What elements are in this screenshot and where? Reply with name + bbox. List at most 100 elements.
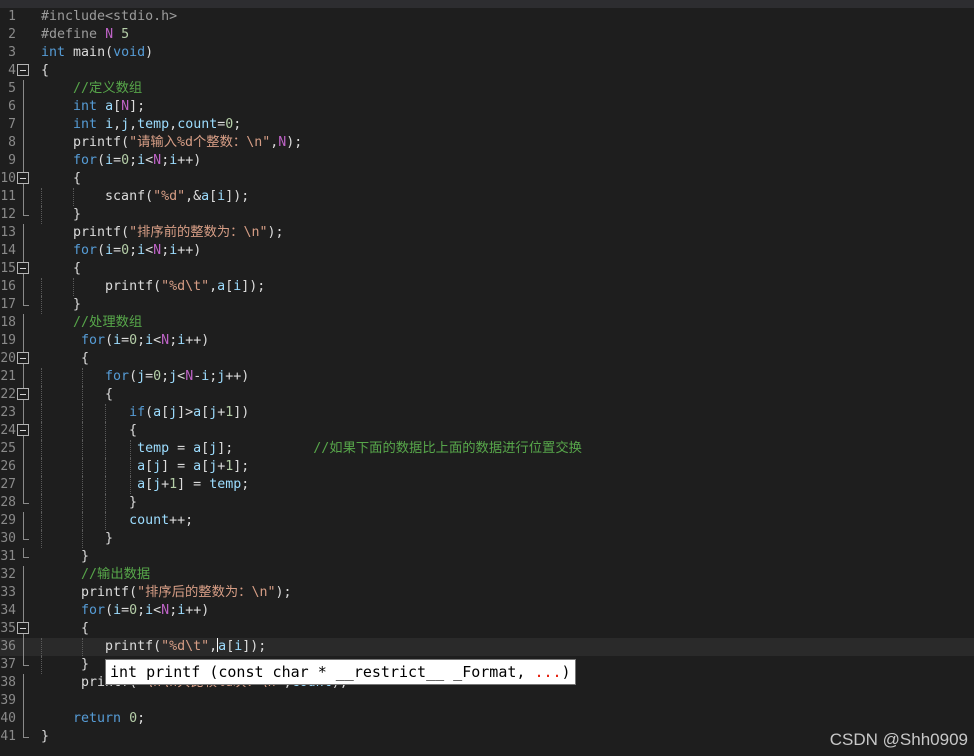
line-number: 41 [0, 729, 16, 744]
fold-guide-line [17, 314, 33, 332]
code-line-25[interactable]: 25 temp = a[j]; //如果下面的数据比上面的数据进行位置交换 [0, 440, 974, 458]
code-line-41[interactable]: 41} [0, 728, 974, 746]
fold-margin [17, 8, 33, 26]
fold-guide-line [17, 224, 33, 242]
fold-collapse-icon[interactable] [17, 386, 33, 404]
code-line-35[interactable]: 35 { [0, 620, 974, 638]
code-line-19[interactable]: 19 for(i=0;i<N;i++) [0, 332, 974, 350]
code-text: return 0; [73, 711, 146, 726]
fold-collapse-icon[interactable] [17, 350, 33, 368]
code-text: a[j+1] = temp; [137, 477, 250, 492]
line-number: 10 [0, 171, 16, 186]
code-line-24[interactable]: 24 { [0, 422, 974, 440]
fold-guide-line [17, 458, 33, 476]
code-line-23[interactable]: 23 if(a[j]>a[j+1]) [0, 404, 974, 422]
code-text: } [41, 657, 90, 672]
fold-guide-line [17, 440, 33, 458]
fold-guide-line [17, 638, 33, 656]
fold-guide-line [17, 188, 33, 206]
code-line-27[interactable]: 27 a[j+1] = temp; [0, 476, 974, 494]
fold-collapse-icon[interactable] [17, 422, 33, 440]
fold-end-marker [17, 530, 33, 548]
code-text: //输出数据 [81, 567, 151, 582]
line-number: 38 [0, 675, 16, 690]
tooltip-signature: int printf (const char * __restrict__ _F… [110, 663, 535, 681]
line-number: 35 [0, 621, 16, 636]
line-number: 15 [0, 261, 16, 276]
code-line-34[interactable]: 34 for(i=0;i<N;i++) [0, 602, 974, 620]
code-line-15[interactable]: 15 { [0, 260, 974, 278]
parameter-info-tooltip: int printf (const char * __restrict__ _F… [105, 659, 576, 685]
code-line-30[interactable]: 30 } [0, 530, 974, 548]
code-text: { [41, 171, 82, 186]
code-line-31[interactable]: 31 } [0, 548, 974, 566]
code-line-5[interactable]: 5 //定义数组 [0, 80, 974, 98]
fold-guide-line [17, 692, 33, 710]
code-text: } [41, 297, 82, 312]
code-text: //定义数组 [73, 81, 143, 96]
line-number: 19 [0, 333, 16, 348]
code-text: for(i=0;i<N;i++) [73, 153, 202, 168]
code-text: int main(void) [41, 45, 154, 60]
line-number: 9 [8, 153, 16, 168]
code-text: { [41, 387, 114, 402]
fold-collapse-icon[interactable] [17, 260, 33, 278]
fold-collapse-icon[interactable] [17, 62, 33, 80]
fold-collapse-icon[interactable] [17, 620, 33, 638]
code-editor[interactable]: 1 #include<stdio.h> 2 #define N 5 3 int main(… [0, 8, 974, 746]
code-text: { [41, 423, 138, 438]
code-line-3[interactable]: 3 int main(void) [0, 44, 974, 62]
code-line-20[interactable]: 20 { [0, 350, 974, 368]
code-line-32[interactable]: 32 //输出数据 [0, 566, 974, 584]
fold-collapse-icon[interactable] [17, 170, 33, 188]
code-line-12[interactable]: 12 } [0, 206, 974, 224]
code-line-1[interactable]: 1 #include<stdio.h> [0, 8, 974, 26]
fold-guide-line [17, 116, 33, 134]
code-line-22[interactable]: 22 { [0, 386, 974, 404]
code-line-9[interactable]: 9 for(i=0;i<N;i++) [0, 152, 974, 170]
line-number: 13 [0, 225, 16, 240]
line-number: 31 [0, 549, 16, 564]
line-number: 1 [8, 9, 16, 24]
code-text: { [41, 261, 82, 276]
fold-guide-line [17, 602, 33, 620]
line-number: 28 [0, 495, 16, 510]
code-line-28[interactable]: 28 } [0, 494, 974, 512]
code-line-18[interactable]: 18 //处理数组 [0, 314, 974, 332]
fold-guide-line [17, 242, 33, 260]
code-text: #define N 5 [41, 27, 130, 42]
fold-margin [17, 26, 33, 44]
code-line-36[interactable]: 36 printf("%d\t",a[i]); [0, 638, 974, 656]
line-number: 34 [0, 603, 16, 618]
fold-end-marker [17, 728, 33, 746]
code-text: int a[N]; [73, 99, 146, 114]
code-line-11[interactable]: 11 scanf("%d",&a[i]); [0, 188, 974, 206]
code-line-40[interactable]: 40 return 0; [0, 710, 974, 728]
code-line-2[interactable]: 2 #define N 5 [0, 26, 974, 44]
code-line-29[interactable]: 29 count++; [0, 512, 974, 530]
code-text: for(i=0;i<N;i++) [81, 603, 210, 618]
code-text: int i,j,temp,count=0; [73, 117, 242, 132]
code-text: #include<stdio.h> [41, 9, 178, 24]
code-line-39[interactable]: 39 [0, 692, 974, 710]
code-text: for(i=0;i<N;i++) [81, 333, 210, 348]
code-line-8[interactable]: 8 printf("请输入%d个整数：\n",N); [0, 134, 974, 152]
watermark: CSDN @Shh0909 [829, 730, 968, 749]
code-line-14[interactable]: 14 for(i=0;i<N;i++) [0, 242, 974, 260]
code-line-17[interactable]: 17 } [0, 296, 974, 314]
code-line-7[interactable]: 7 int i,j,temp,count=0; [0, 116, 974, 134]
code-line-6[interactable]: 6 int a[N]; [0, 98, 974, 116]
code-line-13[interactable]: 13 printf("排序前的整数为：\n"); [0, 224, 974, 242]
editor-tab-strip [0, 0, 974, 8]
fold-margin [17, 44, 33, 62]
code-line-16[interactable]: 16 printf("%d\t",a[i]); [0, 278, 974, 296]
fold-guide-line [17, 134, 33, 152]
line-number: 23 [0, 405, 16, 420]
code-line-26[interactable]: 26 a[j] = a[j+1]; [0, 458, 974, 476]
code-text: for(j=0;j<N-i;j++) [105, 369, 250, 384]
code-line-33[interactable]: 33 printf("排序后的整数为：\n"); [0, 584, 974, 602]
code-line-4[interactable]: 4{ [0, 62, 974, 80]
code-line-21[interactable]: 21 for(j=0;j<N-i;j++) [0, 368, 974, 386]
fold-guide-line [17, 278, 33, 296]
code-line-10[interactable]: 10 { [0, 170, 974, 188]
